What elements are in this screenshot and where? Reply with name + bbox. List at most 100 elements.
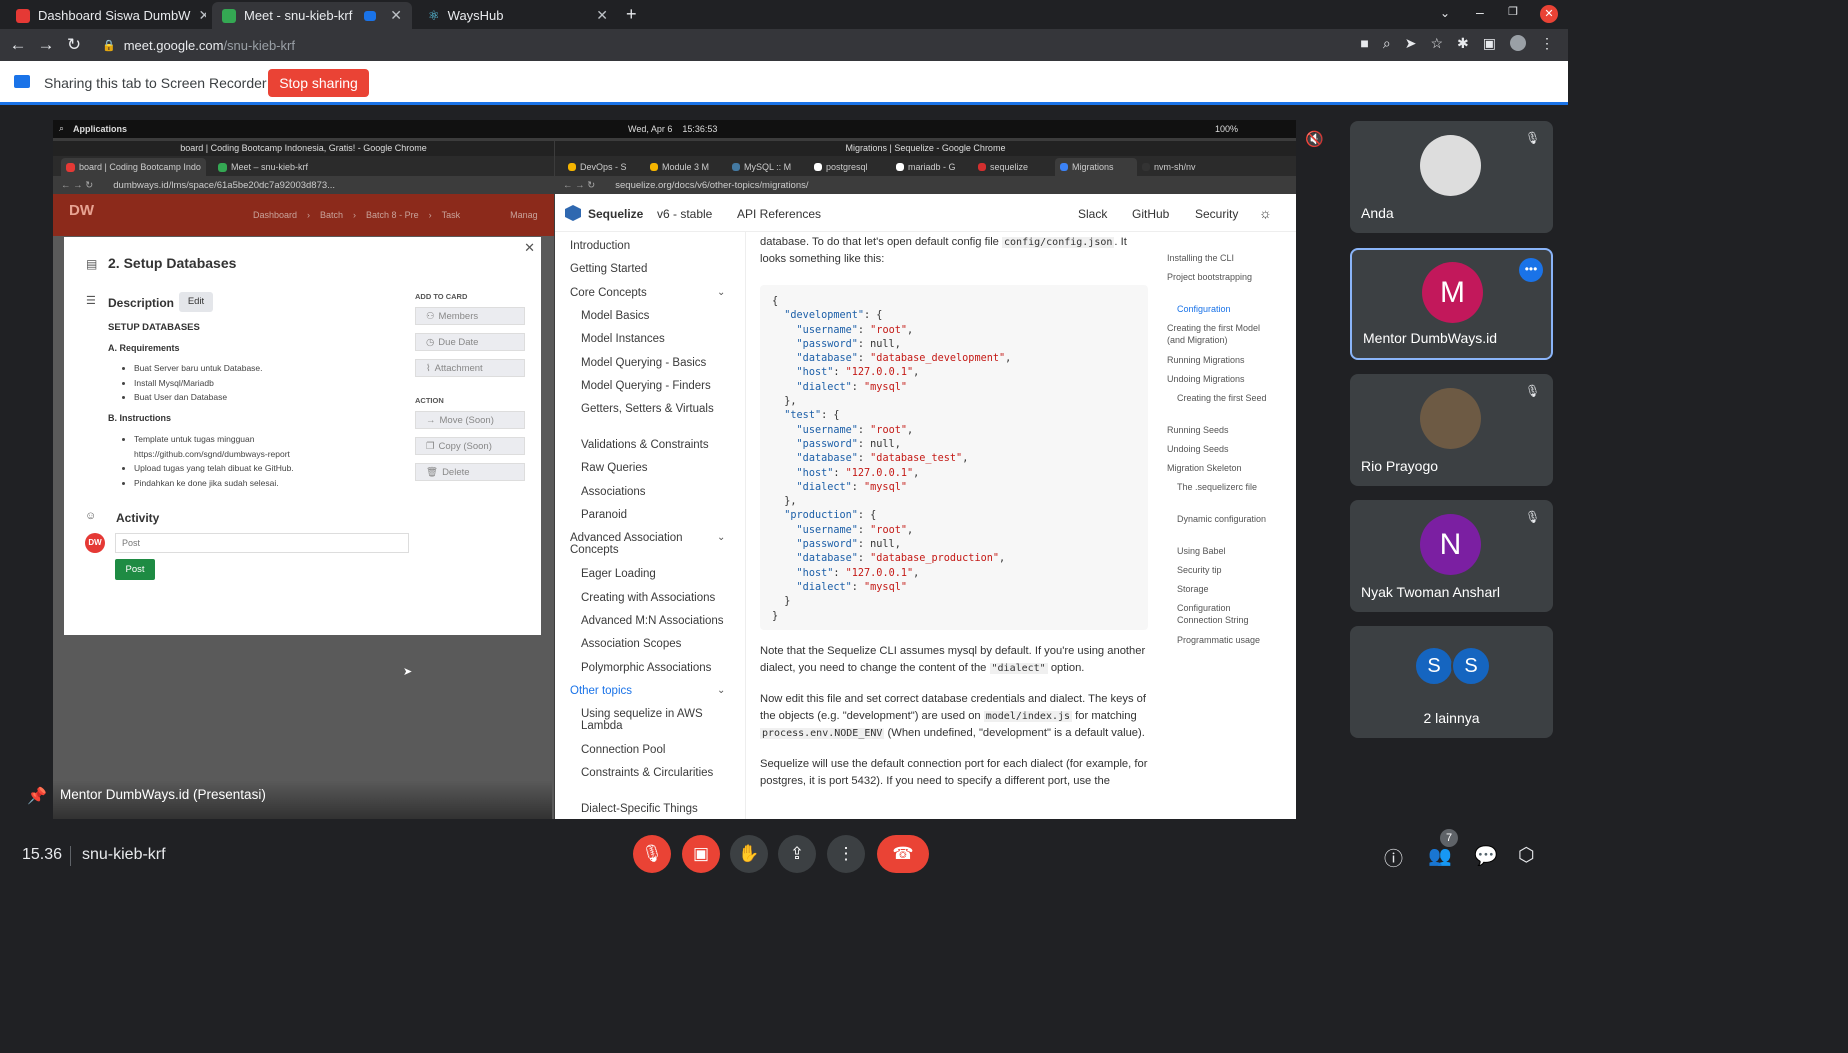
edit-description-button[interactable]: Edit xyxy=(179,292,213,312)
toc-item[interactable]: Storage xyxy=(1177,583,1277,595)
left-tab-meet[interactable]: Meet – snu-kieb-krf xyxy=(213,158,363,176)
bookmark-star-icon[interactable]: ☆ xyxy=(1430,35,1443,52)
mic-off-button[interactable]: 🎙 xyxy=(633,835,671,873)
toc-item[interactable]: Undoing Migrations xyxy=(1167,373,1267,385)
chevron-down-icon[interactable]: ⌄ xyxy=(717,685,725,696)
sidebar-item[interactable]: Creating with Associations xyxy=(581,592,731,604)
sidepanel-icon[interactable]: ▣ xyxy=(1483,35,1496,52)
close-modal-icon[interactable]: ✕ xyxy=(524,240,535,256)
sidebar-item[interactable]: Using sequelize in AWS Lambda xyxy=(581,708,731,732)
slack-link[interactable]: Slack xyxy=(1078,207,1107,221)
toc-item[interactable]: Creating the first Model (and Migration) xyxy=(1167,322,1267,346)
tab-search-icon[interactable]: ⌄ xyxy=(1440,6,1450,20)
participant-tile[interactable]: N 🎙 Nyak Twoman Ansharl xyxy=(1350,500,1553,612)
sidebar-item[interactable]: Model Querying - Basics xyxy=(581,357,731,369)
sidebar-item[interactable]: Paranoid xyxy=(581,509,731,521)
extensions-icon[interactable]: ✱ xyxy=(1457,35,1469,52)
pin-icon[interactable]: 📌 xyxy=(27,786,47,806)
sidebar-item[interactable]: Raw Queries xyxy=(581,462,731,474)
forward-icon[interactable]: → xyxy=(32,35,60,55)
members-button[interactable]: ⚇ Members xyxy=(415,307,525,325)
toc-item[interactable]: Using Babel xyxy=(1177,545,1277,557)
sidebar-item[interactable]: Model Querying - Finders xyxy=(581,380,731,392)
close-tab-icon[interactable]: ✕ xyxy=(596,7,608,24)
browser-tab-dashboard[interactable]: Dashboard Siswa DumbW ✕ xyxy=(6,2,206,29)
sidebar-item[interactable]: Introduction xyxy=(570,240,710,252)
zoom-icon[interactable]: ⌕ xyxy=(1383,35,1391,52)
more-options-icon[interactable]: ••• xyxy=(1519,258,1543,282)
share-icon[interactable]: ➤ xyxy=(1405,35,1417,52)
sidebar-item[interactable]: Core Concepts xyxy=(570,287,710,299)
more-options-button[interactable]: ⋮ xyxy=(827,835,865,873)
toc-item[interactable]: Security tip xyxy=(1177,564,1277,576)
raise-hand-button[interactable]: ✋ xyxy=(730,835,768,873)
people-icon[interactable]: 👥 xyxy=(1428,844,1452,868)
participant-tile[interactable]: 🎙 Anda xyxy=(1350,121,1553,233)
reload-icon[interactable]: ↻ xyxy=(60,35,88,55)
right-tab[interactable]: postgresql xyxy=(809,158,891,176)
toc-item[interactable]: Project bootstrapping xyxy=(1167,271,1267,283)
meeting-info-icon[interactable]: ⓘ xyxy=(1384,844,1403,871)
profile-avatar[interactable] xyxy=(1510,35,1526,51)
back-icon[interactable]: ← xyxy=(4,35,32,55)
version-dropdown[interactable]: v6 - stable xyxy=(657,207,712,221)
sidebar-item[interactable]: Validations & Constraints xyxy=(581,439,731,451)
chat-icon[interactable]: 💬 xyxy=(1474,844,1498,868)
browser-tab-wayshub[interactable]: ⚛ WaysHub ✕ xyxy=(418,2,618,29)
right-tab[interactable]: nvm-sh/nv xyxy=(1137,158,1219,176)
right-tab-active[interactable]: Migrations xyxy=(1055,158,1137,176)
toc-item[interactable]: Installing the CLI xyxy=(1167,252,1267,264)
left-tab-board[interactable]: board | Coding Bootcamp Indo xyxy=(61,158,206,176)
right-tab[interactable]: sequelize xyxy=(973,158,1055,176)
sidebar-item[interactable]: Polymorphic Associations xyxy=(581,662,731,674)
sidebar-item[interactable]: Model Basics xyxy=(581,310,731,322)
right-tab[interactable]: Module 3 M xyxy=(645,158,727,176)
delete-button[interactable]: 🗑 Delete xyxy=(415,463,525,481)
address-bar[interactable]: 🔒 meet.google.com/snu-kieb-krf xyxy=(96,33,1326,57)
attachment-button[interactable]: ⌇ Attachment xyxy=(415,359,525,377)
new-tab-button[interactable]: + xyxy=(626,4,637,25)
sidebar-item[interactable]: Associations xyxy=(581,486,731,498)
toc-item[interactable]: Running Seeds xyxy=(1167,424,1267,436)
toc-item[interactable]: Undoing Seeds xyxy=(1167,443,1267,455)
post-input[interactable] xyxy=(115,533,409,553)
sidebar-item[interactable]: Association Scopes xyxy=(581,638,731,650)
toc-item[interactable]: Running Migrations xyxy=(1167,354,1267,366)
toc-item[interactable]: Configuration xyxy=(1177,303,1277,315)
sidebar-item[interactable]: Advanced Association Concepts xyxy=(570,532,710,556)
chevron-down-icon[interactable]: ⌄ xyxy=(717,532,725,543)
participant-tile-others[interactable]: S S 2 lainnya xyxy=(1350,626,1553,738)
muted-speaker-icon[interactable]: 🔇 xyxy=(1305,130,1324,148)
sidebar-item[interactable]: Getters, Setters & Virtuals xyxy=(581,403,731,415)
maximize-icon[interactable]: ❐ xyxy=(1508,5,1518,18)
toc-item[interactable]: Migration Skeleton xyxy=(1167,462,1267,474)
participant-tile-active[interactable]: M ••• Mentor DumbWays.id xyxy=(1350,248,1553,360)
browser-tab-meet[interactable]: Meet - snu-kieb-krf ✕ xyxy=(212,2,412,29)
post-button[interactable]: Post xyxy=(115,559,155,580)
left-window-url[interactable]: ← → ↻ dumbways.id/lms/space/61a5be20dc7a… xyxy=(53,176,554,194)
sidebar-item[interactable]: Eager Loading xyxy=(581,568,731,580)
copy-button[interactable]: ❐ Copy (Soon) xyxy=(415,437,525,455)
toc-item[interactable]: Creating the first Seed xyxy=(1177,392,1277,404)
present-button[interactable]: ⇪ xyxy=(778,835,816,873)
sidebar-item[interactable]: Connection Pool xyxy=(581,744,731,756)
close-tab-icon[interactable]: ✕ xyxy=(390,7,402,24)
api-dropdown[interactable]: API References xyxy=(737,207,821,221)
minimize-icon[interactable]: – xyxy=(1476,4,1484,20)
camera-off-button[interactable]: ▣ xyxy=(682,835,720,873)
sidebar-item[interactable]: Other topics xyxy=(570,685,710,697)
due-date-button[interactable]: ◷ Due Date xyxy=(415,333,525,351)
toc-item[interactable]: Programmatic usage xyxy=(1177,634,1277,646)
camera-icon[interactable]: ■ xyxy=(1360,35,1368,52)
right-window-url[interactable]: ← → ↻ sequelize.org/docs/v6/other-topics… xyxy=(555,176,1296,194)
instructions-link[interactable]: https://github.com/sgnd/dumbways-report xyxy=(134,447,294,462)
close-window-icon[interactable]: ✕ xyxy=(1540,5,1558,23)
move-button[interactable]: → Move (Soon) xyxy=(415,411,525,429)
toc-item[interactable]: Configuration Connection String xyxy=(1177,602,1277,626)
right-tab[interactable]: DevOps - S xyxy=(563,158,645,176)
sidebar-item[interactable]: Constraints & Circularities xyxy=(581,767,731,779)
github-link[interactable]: GitHub xyxy=(1132,207,1169,221)
right-tab[interactable]: MySQL :: M xyxy=(727,158,809,176)
toc-item[interactable]: Dynamic configuration xyxy=(1177,513,1277,525)
sidebar-item[interactable]: Advanced M:N Associations xyxy=(581,615,731,627)
